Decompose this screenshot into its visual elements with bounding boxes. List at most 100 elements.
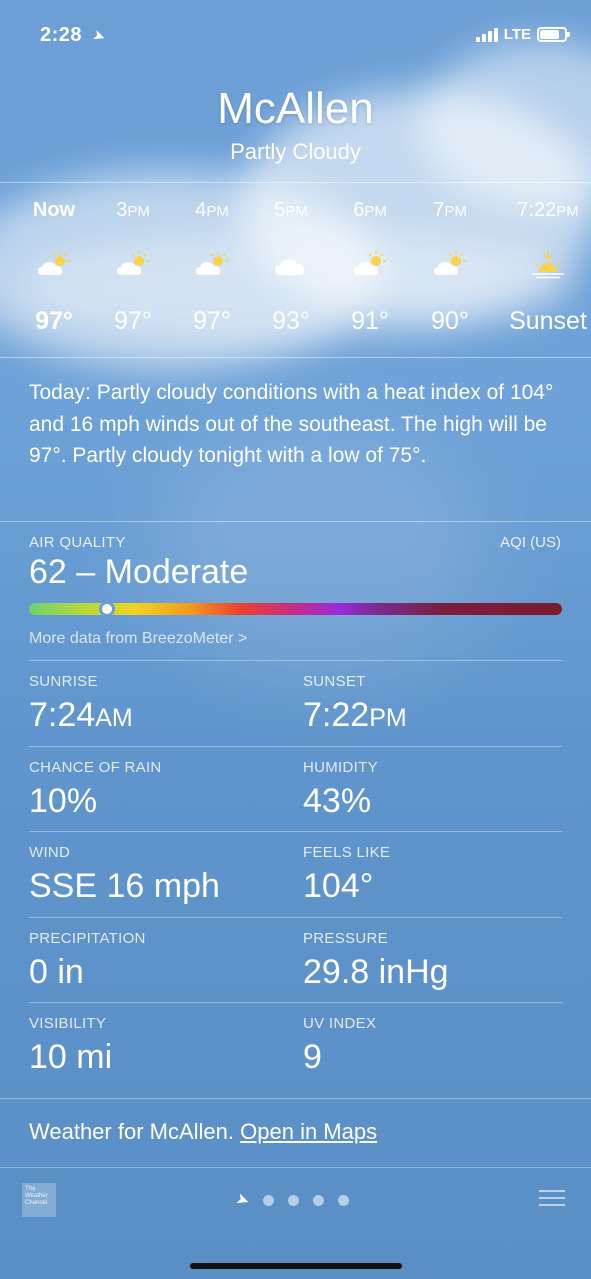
hourly-time-suffix: PM xyxy=(206,203,229,220)
detail-unit: PM xyxy=(369,704,407,732)
divider xyxy=(0,1098,591,1099)
detail-value-text: 0 in xyxy=(29,953,84,991)
detail-value: SSE 16 mph xyxy=(29,867,220,906)
hourly-item: 4PM 97° xyxy=(172,183,252,356)
detail-label: HUMIDITY xyxy=(303,759,378,776)
detail-value-text: 10 mi xyxy=(29,1038,113,1076)
detail-value: 7:24AM xyxy=(29,696,133,735)
partly-sunny-icon xyxy=(36,249,72,279)
divider xyxy=(29,917,562,918)
partly-sunny-icon xyxy=(115,249,151,279)
hourly-time: 4PM xyxy=(195,199,229,221)
footer: Weather for McAllen. Open in Maps xyxy=(29,1119,377,1145)
hourly-time: 3PM xyxy=(116,199,150,221)
footer-text: Weather for McAllen. xyxy=(29,1119,235,1144)
page-dot[interactable] xyxy=(338,1194,350,1206)
page-dot[interactable] xyxy=(313,1194,325,1206)
divider xyxy=(0,357,591,358)
detail-label: CHANCE OF RAIN xyxy=(29,759,162,776)
divider xyxy=(29,660,562,661)
hourly-item: 5PM 93° xyxy=(251,183,331,356)
detail-value: 104° xyxy=(303,867,373,906)
detail-value-text: 104° xyxy=(303,867,374,905)
hourly-time: 6PM xyxy=(353,199,387,221)
city-name: McAllen xyxy=(217,84,374,133)
hourly-time-suffix: PM xyxy=(364,203,387,220)
detail-value-text: SSE 16 mph xyxy=(29,867,220,905)
signal-bars-icon xyxy=(475,27,498,42)
hourly-item: Now 97° xyxy=(14,183,94,356)
city-list-icon[interactable] xyxy=(539,1190,565,1208)
detail-value: 9 xyxy=(303,1038,322,1077)
detail-value: 10 mi xyxy=(29,1038,112,1077)
battery-icon xyxy=(537,27,570,42)
detail-label: PRECIPITATION xyxy=(29,930,146,947)
hourly-item: 3PM 97° xyxy=(93,183,173,356)
hourly-temp: 97° xyxy=(35,307,73,335)
hourly-time: 7:22PM xyxy=(517,199,579,221)
open-in-maps-link[interactable]: Open in Maps xyxy=(240,1119,377,1144)
page-indicator[interactable]: ➤ xyxy=(233,1190,350,1211)
hourly-time: 7PM xyxy=(433,199,467,221)
daily-summary: Today: Partly cloudy conditions with a h… xyxy=(29,381,554,467)
detail-label: VISIBILITY xyxy=(29,1015,107,1032)
detail-value: 7:22PM xyxy=(303,696,407,735)
detail-value-text: 10% xyxy=(29,782,98,820)
breezometer-link[interactable]: More data from BreezoMeter > xyxy=(29,630,247,648)
hourly-temp: 97° xyxy=(114,307,152,335)
hourly-item: 7PM 90° xyxy=(410,183,490,356)
partly-sunny-icon xyxy=(194,249,230,279)
network-type: LTE xyxy=(503,26,531,43)
air-quality-label: AIR QUALITY xyxy=(29,534,126,551)
detail-unit: AM xyxy=(95,704,133,732)
detail-value-text: 7:24 xyxy=(29,696,96,734)
divider xyxy=(0,521,591,522)
aqi-indicator xyxy=(98,601,115,617)
partly-sunny-icon xyxy=(432,249,468,279)
detail-value-text: 43% xyxy=(303,782,372,820)
bottom-toolbar: The Weather Channel ➤ xyxy=(0,1170,591,1230)
detail-label: WIND xyxy=(29,844,71,861)
page-dot[interactable] xyxy=(288,1194,300,1206)
divider xyxy=(29,746,562,747)
aqi-unit: AQI (US) xyxy=(500,534,561,551)
hourly-time-suffix: PM xyxy=(444,203,467,220)
hourly-item: 7:22PM Sunset xyxy=(506,183,590,356)
home-indicator[interactable] xyxy=(189,1263,402,1269)
detail-value-text: 29.8 inHg xyxy=(303,953,449,991)
sunset-icon xyxy=(530,249,566,279)
hourly-temp: 93° xyxy=(272,307,310,335)
hourly-temp: 90° xyxy=(431,307,469,335)
status-time: 2:28 xyxy=(40,24,83,46)
hourly-time-suffix: PM xyxy=(127,203,150,220)
page-dot[interactable] xyxy=(263,1194,275,1206)
detail-label: SUNRISE xyxy=(29,673,98,690)
detail-value: 43% xyxy=(303,782,371,821)
hourly-forecast[interactable]: Now 97° 3PM 97° 4PM 97° 5PM 93° 6PM 91° 7PM 90° 7:22… xyxy=(0,183,591,356)
detail-value: 29.8 inHg xyxy=(303,953,449,992)
hourly-time-suffix: PM xyxy=(556,203,579,220)
detail-value-text: 9 xyxy=(303,1038,322,1076)
hourly-item: 6PM 91° xyxy=(330,183,410,356)
current-condition: Partly Cloudy xyxy=(230,139,361,164)
hourly-time-suffix: PM xyxy=(285,203,308,220)
divider xyxy=(0,1167,591,1168)
detail-label: SUNSET xyxy=(303,673,366,690)
location-arrow-icon: ➤ xyxy=(90,26,108,47)
air-quality-value: 62 – Moderate xyxy=(29,553,249,591)
cloudy-icon xyxy=(273,249,309,279)
weather-channel-logo-icon[interactable]: The Weather Channel xyxy=(22,1183,56,1217)
detail-value: 10% xyxy=(29,782,97,821)
hourly-temp: 91° xyxy=(351,307,389,335)
divider xyxy=(29,1002,562,1003)
divider xyxy=(29,831,562,832)
hourly-temp: 97° xyxy=(193,307,231,335)
partly-sunny-icon xyxy=(352,249,388,279)
status-bar: 2:28 ➤ LTE xyxy=(0,22,591,50)
detail-value-text: 7:22 xyxy=(303,696,370,734)
detail-label: UV INDEX xyxy=(303,1015,377,1032)
hourly-temp: Sunset xyxy=(509,307,587,335)
current-location-icon: ➤ xyxy=(233,1190,252,1211)
detail-value: 0 in xyxy=(29,953,84,992)
detail-label: FEELS LIKE xyxy=(303,844,391,861)
